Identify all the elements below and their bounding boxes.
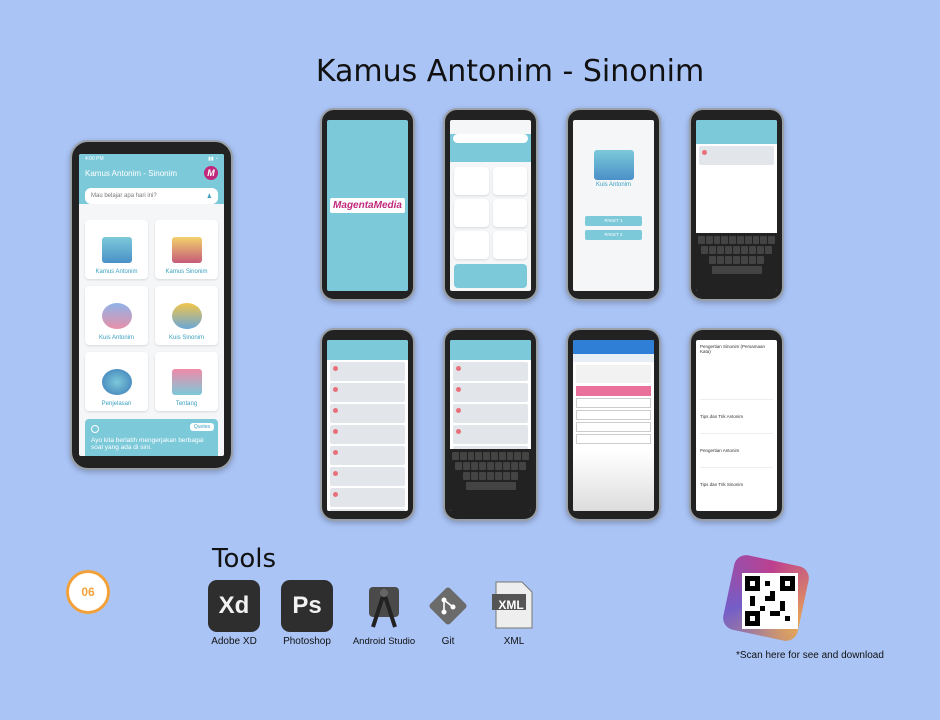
page-title: Kamus Antonim - Sinonim [315,54,705,89]
globe-illustration-icon [101,369,132,395]
theory-item-3[interactable]: Pengertian Antonim [700,434,773,468]
quiz-question-phone [566,328,661,521]
tool-adobe-xd: Xd Adobe XD [205,580,263,647]
git-icon [422,580,474,632]
menu-label: Kamus Antonim [95,269,138,275]
tool-xml: XML XML [488,580,540,647]
menu-label: Kuis Sinonim [168,335,204,341]
tool-photoshop: Ps Photoshop [276,580,338,647]
keyboard [696,233,777,291]
qr-code-icon [745,576,795,626]
menu-tentang[interactable]: Tentang [155,352,218,411]
answer-option[interactable] [576,410,651,420]
tool-git: Git [422,580,474,647]
menu-label: Kamus Sinonim [165,269,208,275]
theory-item-1[interactable]: Pengertian Sinonim (Persamaan Kata) [700,344,773,400]
answer-option[interactable] [576,398,651,408]
android-studio-icon [358,580,410,632]
tool-label: Adobe XD [211,636,257,647]
menu-kuis-antonim[interactable]: Kuis Antonim [85,286,148,345]
section-number-badge: 06 [66,570,110,614]
books-illustration-icon [171,237,202,263]
main-screen: 4:00 PM ▮▮ ◔ Kamus Antonim - Sinonim M Mau… [79,154,224,456]
quote-text: Ayo kita berlatih mengerjakan berbagai s… [91,437,204,451]
qr-caption: *Scan here for see and download [736,650,884,661]
quiz-illustration-icon [593,150,634,180]
xml-glyph: XML [498,598,524,612]
xml-file-icon: XML [488,580,540,632]
search-icon: ♟ [206,193,212,200]
menu-kamus-sinonim[interactable]: Kamus Sinonim [155,220,218,279]
tools-heading: Tools [212,544,277,574]
mini-quote-card [454,264,527,288]
status-icons: ▮▮ ◔ [208,156,218,162]
mini-menu-card [492,167,527,195]
menu-grid: Kamus Antonim Kamus Sinonim Kuis Antonim… [79,212,224,419]
answer-option[interactable] [576,434,651,444]
answer-option[interactable] [576,422,651,432]
dictionary-keyboard-phone [443,328,538,521]
status-bar: 4:00 PM ▮▮ ◔ [79,154,224,164]
tool-label: XML [503,636,525,647]
theory-item-2[interactable]: Tips dan Trik Antonim [700,400,773,434]
mini-menu-card [454,199,489,227]
quiz-illustration-icon [101,303,132,329]
status-time: 4:00 PM [85,156,104,162]
menu-kuis-sinonim[interactable]: Kuis Sinonim [155,286,218,345]
search-input[interactable]: Mau belajar apa hari ini? ♟ [85,188,218,204]
magenta-media-logo: MagentaMedia [330,198,405,213]
search-keyboard-phone [689,108,784,301]
menu-label: Penjelasan [101,401,132,407]
answer-option-selected[interactable] [576,386,651,396]
mini-menu-card [492,231,527,259]
splash-phone: MagentaMedia [320,108,415,301]
tool-label: Git [441,636,455,647]
tool-android-studio: Android Studio [346,580,422,647]
quotes-button[interactable]: Quotes [189,423,214,431]
dictionary-list-phone [320,328,415,521]
tool-label: Photoshop [283,636,331,647]
menu-kamus-antonim[interactable]: Kamus Antonim [85,220,148,279]
tool-label: Android Studio [352,636,416,647]
menu-label: Kuis Antonim [98,335,135,341]
app-title: Kamus Antonim - Sinonim [85,168,178,178]
paket-1-button[interactable]: PAKET 1 [585,216,642,226]
theory-item-4[interactable]: Tips dan Trik Sinonim [700,468,773,502]
smile-icon [91,425,99,433]
app-logo: M [204,166,218,180]
adobe-xd-icon: Xd [208,580,260,632]
keyboard [450,449,531,511]
mini-menu-card [454,167,489,195]
paket-2-button[interactable]: PAKET 2 [585,230,642,240]
result-row [699,146,774,165]
mini-menu-card [454,231,489,259]
menu-penjelasan[interactable]: Penjelasan [85,352,148,411]
person-illustration-icon [171,369,202,395]
mini-menu-card [492,199,527,227]
qr-code[interactable] [742,573,798,629]
menu-label: Tentang [175,401,198,407]
search-placeholder: Mau belajar apa hari ini? [91,193,157,199]
books-illustration-icon [101,237,132,263]
app-header: 4:00 PM ▮▮ ◔ Kamus Antonim - Sinonim M Mau… [79,154,224,204]
main-phone-mockup: 4:00 PM ▮▮ ◔ Kamus Antonim - Sinonim M Mau… [70,140,233,470]
quiz-illustration-icon [171,303,202,329]
theory-phone: Pengertian Sinonim (Persamaan Kata) Tips… [689,328,784,521]
quote-card: Quotes Ayo kita berlatih mengerjakan ber… [85,419,218,456]
home-phone-preview [443,108,538,301]
quiz-phone-preview: Kuis Antonim PAKET 1 PAKET 2 [566,108,661,301]
photoshop-icon: Ps [281,580,333,632]
